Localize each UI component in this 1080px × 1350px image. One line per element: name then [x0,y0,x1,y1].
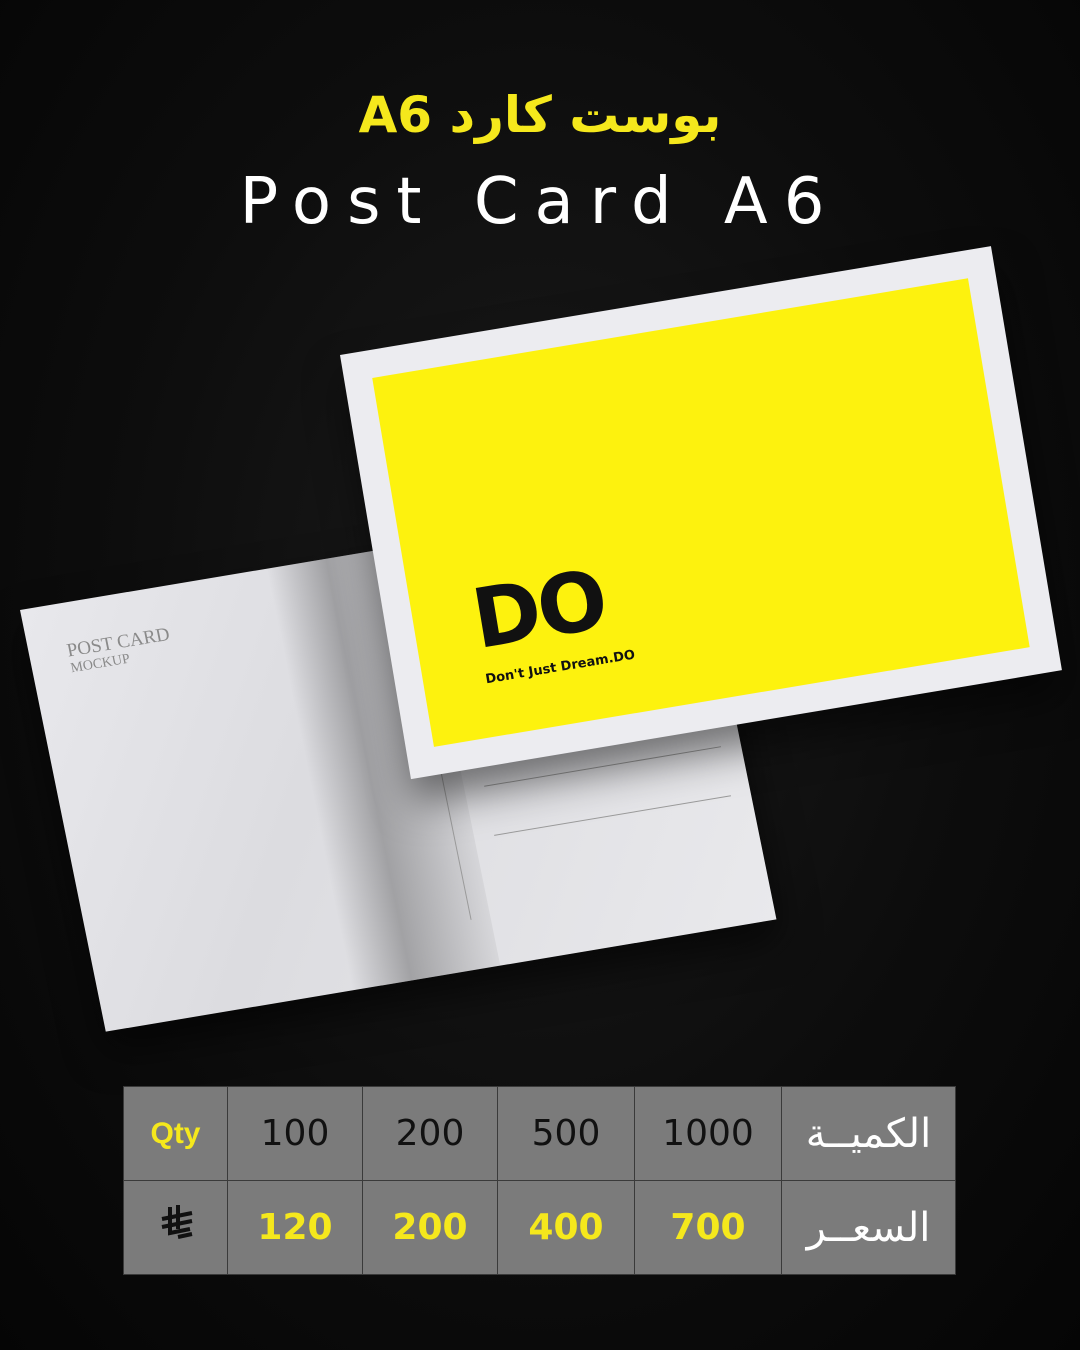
qty-1000: 1000 [634,1086,782,1181]
price-100: 120 [227,1180,363,1275]
table-row-quantity: Qty 100 200 500 1000 الكميــة [123,1086,956,1181]
page-title-english: Post Card A6 [239,165,841,239]
qty-100: 100 [227,1086,363,1181]
price-label-ar: السعــر [806,1204,931,1251]
postcard-yellow-panel: DO Don't Just Dream.DO [372,278,1030,747]
saudi-riyal-icon [156,1205,196,1252]
do-logo: DO [465,552,612,668]
postcard-mockup-label: POST CARD MOCKUP [65,624,174,678]
qty-200: 200 [362,1086,498,1181]
address-line [494,795,731,836]
price-label-ar-cell: السعــر [781,1180,956,1275]
qty-500: 500 [497,1086,635,1181]
qty-label-ar-cell: الكميــة [781,1086,956,1181]
currency-cell [123,1180,228,1275]
page-title-arabic: بوست كارد A6 [358,86,722,144]
postcard-front: DO Don't Just Dream.DO [340,246,1062,780]
qty-label-ar: الكميــة [805,1110,932,1157]
price-200: 200 [362,1180,498,1275]
price-500: 400 [497,1180,635,1275]
price-1000: 700 [634,1180,782,1275]
table-row-price: 120 200 400 700 السعــر [123,1180,956,1275]
price-table: Qty 100 200 500 1000 الكميــة 120 200 40… [123,1086,956,1275]
qty-label-cell: Qty [123,1086,228,1181]
qty-label-en: Qty [150,1116,201,1150]
